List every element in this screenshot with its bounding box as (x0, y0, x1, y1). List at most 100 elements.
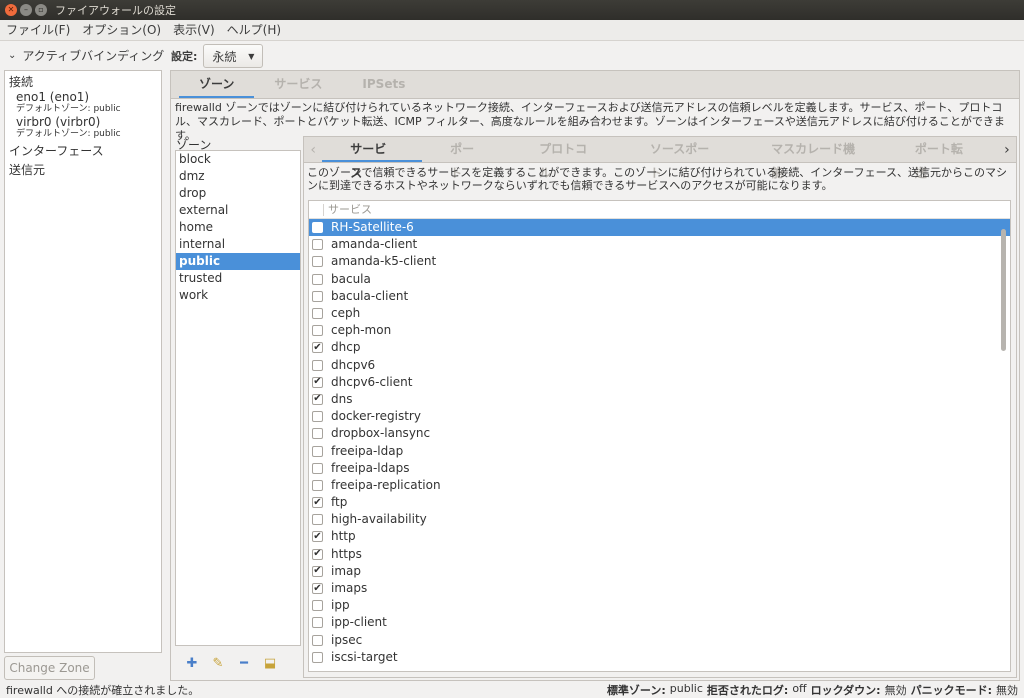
tab-ipsets[interactable]: IPSets (342, 71, 425, 98)
service-checkbox[interactable] (312, 239, 323, 251)
tab-detail-port-forwarding[interactable]: ポート転送 (887, 137, 998, 180)
service-checkbox[interactable]: ✔ (312, 497, 323, 509)
menu-file[interactable]: ファイル(F) (0, 20, 76, 41)
change-zone-button[interactable]: Change Zone (4, 656, 95, 680)
zone-detail-panel: ‹ サービス ポート プロトコル ソースポート マスカレード機能 ポート転送 ›… (303, 136, 1017, 678)
zone-item[interactable]: work (176, 287, 300, 304)
service-row[interactable]: iscsi-target (309, 649, 1010, 666)
active-bindings-toggle[interactable]: ⌄ アクティブバインディング (8, 47, 164, 64)
edit-zone-icon[interactable]: ✎ (211, 656, 225, 671)
tabs-scroll-left-icon[interactable]: ‹ (304, 137, 322, 162)
service-row[interactable]: freeipa-ldaps (309, 460, 1010, 477)
service-checkbox[interactable] (312, 617, 323, 629)
service-checkbox[interactable] (312, 651, 323, 663)
service-row[interactable]: ✔ dhcpv6-client (309, 374, 1010, 391)
service-checkbox[interactable] (312, 634, 323, 646)
service-checkbox[interactable]: ✔ (312, 565, 323, 577)
service-row[interactable]: ✔ dns (309, 391, 1010, 408)
zone-item[interactable]: internal (176, 236, 300, 253)
service-checkbox[interactable] (312, 222, 323, 234)
service-row[interactable]: freeipa-replication (309, 477, 1010, 494)
service-checkbox[interactable] (312, 479, 323, 491)
status-summary: 標準ゾーン: public 拒否されたログ: off ロックダウン: 無効 パニ… (607, 682, 1018, 698)
tabs-scroll-right-icon[interactable]: › (998, 137, 1016, 162)
tab-detail-ports[interactable]: ポート (422, 137, 511, 180)
service-checkbox[interactable] (312, 445, 323, 457)
service-checkbox[interactable] (312, 290, 323, 302)
zone-item[interactable]: block (176, 151, 300, 168)
service-row[interactable]: ipp-client (309, 614, 1010, 631)
service-row[interactable]: ✔ http (309, 528, 1010, 545)
service-row[interactable]: ✔ imap (309, 563, 1010, 580)
service-row[interactable]: high-availability (309, 511, 1010, 528)
service-list-scrollbar[interactable] (1001, 229, 1006, 351)
service-row[interactable]: dropbox-lansync (309, 425, 1010, 442)
service-checkbox[interactable] (312, 308, 323, 320)
tab-detail-services[interactable]: サービス (322, 137, 423, 180)
service-row[interactable]: ✔ imaps (309, 580, 1010, 597)
service-row[interactable]: RH-Satellite-6 (309, 219, 1010, 237)
service-checkbox[interactable]: ✔ (312, 583, 323, 595)
connection-zone: デフォルトゾーン: public (16, 104, 121, 114)
tab-detail-masquerading[interactable]: マスカレード機能 (743, 137, 887, 180)
connection-item[interactable]: eno1 (eno1) デフォルトゾーン: public (5, 90, 161, 115)
service-checkbox[interactable] (312, 411, 323, 423)
service-checkbox[interactable] (312, 514, 323, 526)
service-row[interactable]: ipp (309, 597, 1010, 614)
zone-item[interactable]: trusted (176, 270, 300, 287)
close-window-button[interactable]: ✕ (5, 4, 17, 16)
interfaces-heading[interactable]: インターフェース (5, 140, 161, 159)
service-checkbox[interactable] (312, 325, 323, 337)
connection-item[interactable]: virbr0 (virbr0) デフォルトゾーン: public (5, 115, 161, 140)
menu-options[interactable]: オプション(O) (76, 20, 167, 41)
service-row[interactable]: ✔ ftp (309, 494, 1010, 511)
service-row[interactable]: ceph-mon (309, 322, 1010, 339)
service-row[interactable]: ✔ dhcp (309, 339, 1010, 356)
maximize-window-button[interactable]: ▫ (35, 4, 47, 16)
service-column-header[interactable]: サービス (309, 201, 1010, 219)
connections-heading[interactable]: 接続 (5, 71, 161, 90)
service-name: dhcp (331, 340, 361, 355)
tab-detail-protocols[interactable]: プロトコル (511, 137, 622, 180)
service-row[interactable]: docker-registry (309, 408, 1010, 425)
service-checkbox[interactable]: ✔ (312, 376, 323, 388)
service-row[interactable]: ipsec (309, 632, 1010, 649)
service-row[interactable]: bacula (309, 271, 1010, 288)
service-checkbox[interactable] (312, 462, 323, 474)
add-zone-icon[interactable]: ✚ (185, 656, 199, 671)
service-checkbox[interactable] (312, 359, 323, 371)
tab-detail-source-ports[interactable]: ソースポート (622, 137, 743, 180)
service-row[interactable]: amanda-k5-client (309, 253, 1010, 270)
tab-zones[interactable]: ゾーン (179, 71, 255, 98)
load-defaults-icon[interactable]: ⬓ (263, 656, 277, 671)
tab-services[interactable]: サービス (254, 71, 342, 98)
dropdown-arrow-icon: ▼ (248, 51, 255, 61)
remove-zone-icon[interactable]: ━ (237, 656, 251, 671)
service-checkbox[interactable] (312, 428, 323, 440)
menu-view[interactable]: 表示(V) (167, 20, 221, 41)
service-checkbox[interactable]: ✔ (312, 342, 323, 354)
service-checkbox[interactable] (312, 273, 323, 285)
service-row[interactable]: freeipa-ldap (309, 442, 1010, 459)
service-checkbox[interactable]: ✔ (312, 531, 323, 543)
service-checkbox[interactable]: ✔ (312, 393, 323, 405)
service-name: freeipa-replication (331, 477, 441, 492)
service-checkbox[interactable]: ✔ (312, 548, 323, 560)
config-select[interactable]: 永続 ▼ (203, 44, 264, 68)
service-name: ceph-mon (331, 323, 392, 338)
service-row[interactable]: bacula-client (309, 288, 1010, 305)
service-row[interactable]: dhcpv6 (309, 357, 1010, 374)
zone-item[interactable]: drop (176, 185, 300, 202)
service-row[interactable]: ✔ https (309, 546, 1010, 563)
zone-item[interactable]: public (176, 253, 300, 270)
service-checkbox[interactable] (312, 600, 323, 612)
menu-help[interactable]: ヘルプ(H) (221, 20, 287, 41)
service-row[interactable]: amanda-client (309, 236, 1010, 253)
service-checkbox[interactable] (312, 256, 323, 268)
zone-item[interactable]: dmz (176, 168, 300, 185)
zone-item[interactable]: home (176, 219, 300, 236)
minimize-window-button[interactable]: – (20, 4, 32, 16)
zone-item[interactable]: external (176, 202, 300, 219)
sources-heading[interactable]: 送信元 (5, 159, 161, 178)
service-row[interactable]: ceph (309, 305, 1010, 322)
